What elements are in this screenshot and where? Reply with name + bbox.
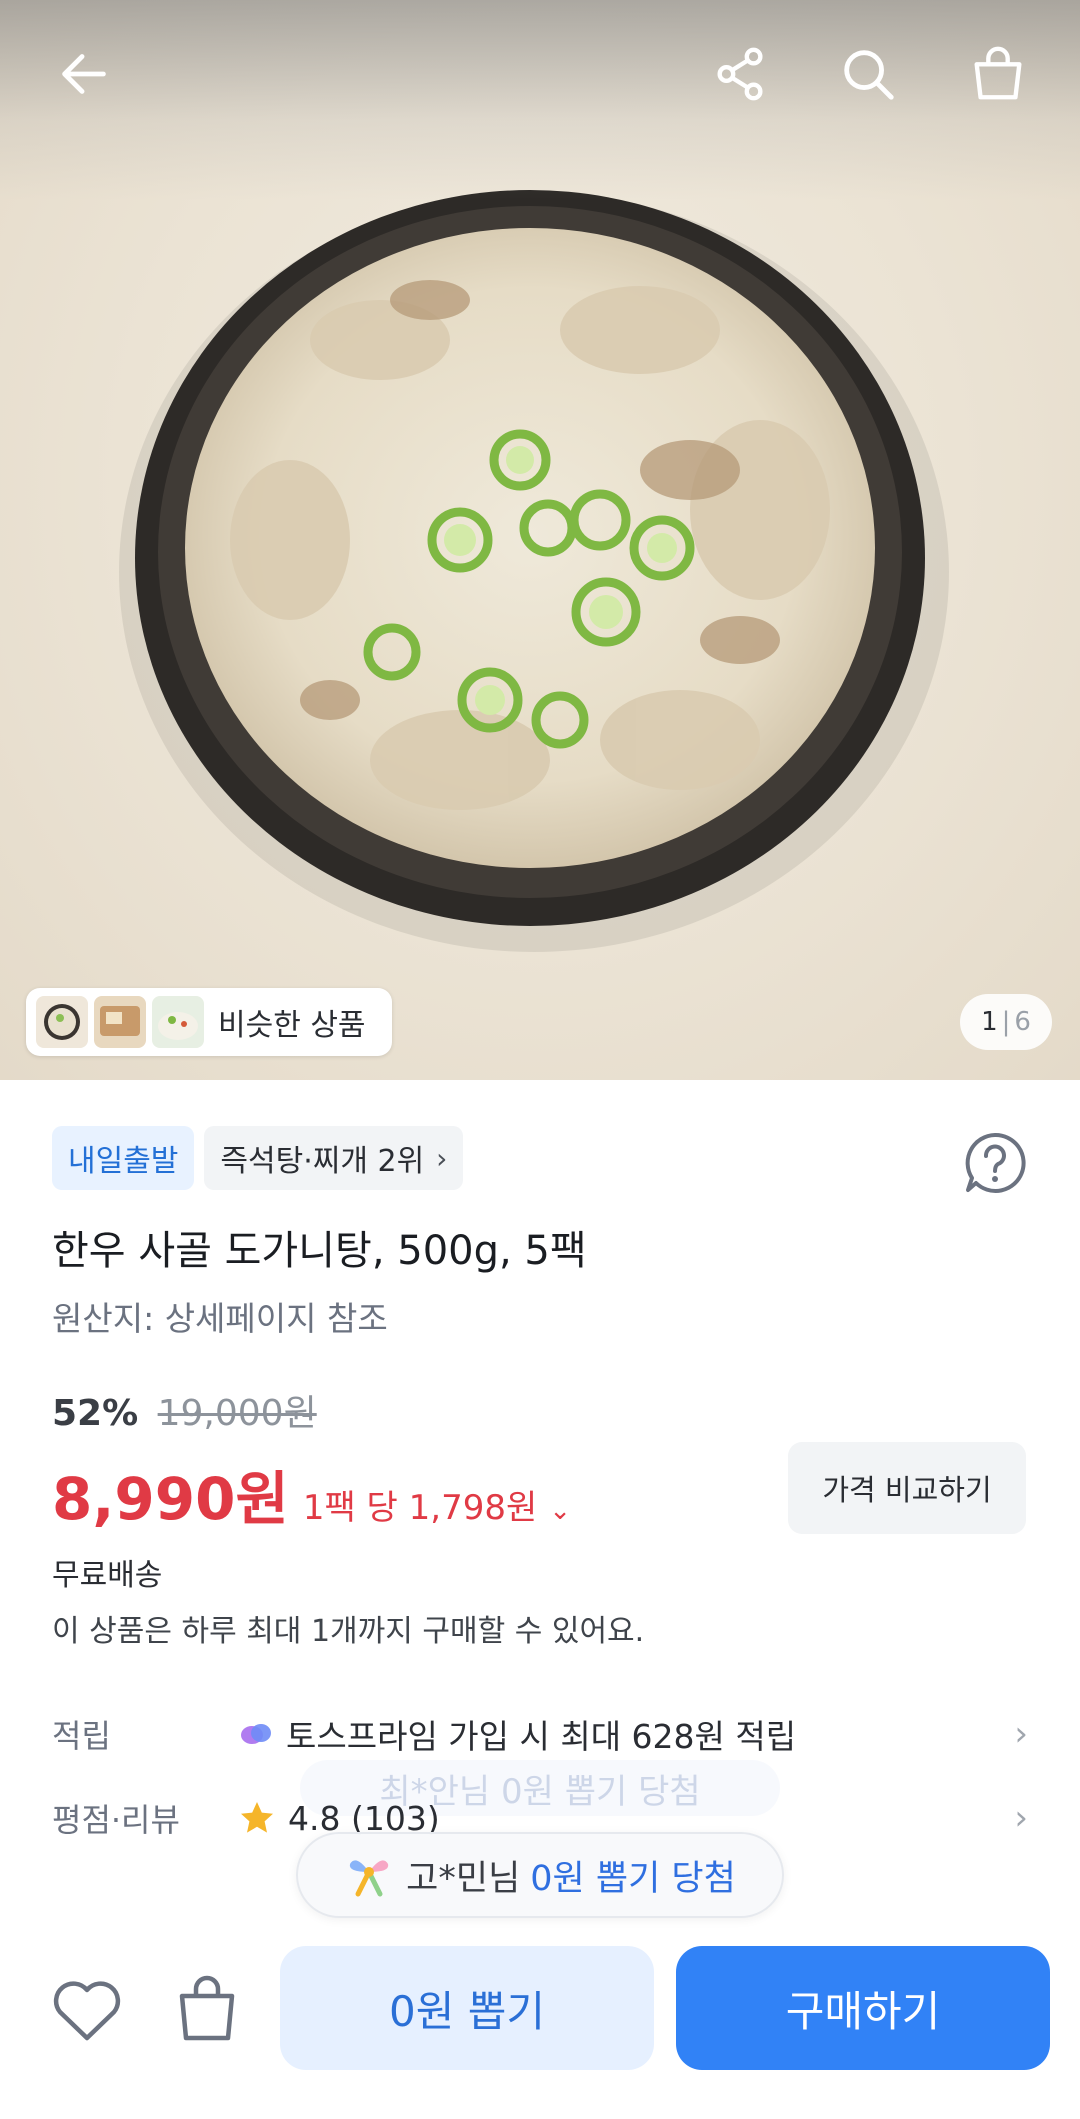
winner-toast: 고*민님 0원 뽑기 당첨 (296, 1832, 784, 1918)
points-value: 토스프라임 가입 시 최대 628원 적립 (286, 1717, 797, 1756)
winner-name: 고*민님 (406, 1858, 521, 1899)
delivery-badge: 내일출발 (52, 1126, 195, 1190)
unit-price[interactable]: 1팩 당 1,798원 (303, 1480, 537, 1529)
chevron-right-icon: › (1014, 1714, 1028, 1754)
discount-row: 52% 19,000원 (52, 1384, 317, 1436)
ribbon-gift-icon (349, 1860, 389, 1897)
similar-thumbnail (94, 996, 146, 1048)
arrow-left-icon (62, 54, 106, 94)
winner-message: 0원 뽑기 당첨 (530, 1858, 736, 1899)
price-compare-button[interactable]: 가격 비교하기 (788, 1442, 1026, 1534)
zero-won-draw-button[interactable]: 0원 뽑기 (280, 1946, 654, 2070)
heart-icon[interactable] (50, 1976, 124, 2046)
chevron-right-icon: › (436, 1141, 448, 1175)
category-rank-label: 즉석탕·찌개 2위 (220, 1144, 425, 1179)
points-row[interactable]: 적립 토스프라임 가입 시 최대 628원 적립 › (52, 1706, 1028, 1762)
price-row: 8,990원 1팩 당 1,798원 ⌄ (52, 1452, 571, 1536)
pager-total: 6 (1014, 1007, 1031, 1037)
product-badges: 내일출발 즉석탕·찌개 2위 › (52, 1126, 473, 1190)
similar-products-label: 비슷한 상품 (218, 1008, 366, 1043)
category-rank-badge[interactable]: 즉석탕·찌개 2위 › (204, 1126, 464, 1190)
product-origin: 원산지: 상세페이지 참조 (52, 1299, 388, 1338)
discount-percent: 52% (52, 1393, 139, 1434)
similar-thumbnail (152, 996, 204, 1048)
shopping-bag-icon (974, 46, 1022, 100)
search-button[interactable] (832, 38, 904, 110)
rating-key: 평점·리뷰 (52, 1801, 180, 1839)
similar-products-button[interactable]: 비슷한 상품 (26, 988, 392, 1056)
original-price: 19,000원 (157, 1393, 317, 1434)
image-pager: 1 | 6 (960, 994, 1052, 1050)
cart-button[interactable] (962, 38, 1034, 110)
share-button[interactable] (704, 38, 776, 110)
purchase-limit-notice: 이 상품은 하루 최대 1개까지 구매할 수 있어요. (52, 1614, 645, 1649)
pager-separator: | (1001, 1007, 1011, 1037)
chevron-right-icon: › (1014, 1798, 1028, 1838)
star-icon (241, 1802, 273, 1833)
buy-button[interactable]: 구매하기 (676, 1946, 1050, 2070)
product-title: 한우 사골 도가니탕, 500g, 5팩 (52, 1228, 587, 1274)
header-gradient (0, 0, 1080, 200)
chevron-down-icon[interactable]: ⌄ (549, 1496, 571, 1526)
search-icon (844, 50, 894, 100)
question-icon[interactable] (962, 1130, 1028, 1196)
similar-thumbnail (36, 996, 88, 1048)
points-key: 적립 (52, 1717, 111, 1755)
pager-current: 1 (981, 1007, 998, 1037)
share-icon (717, 47, 763, 101)
product-image-gallery[interactable] (0, 0, 1080, 1080)
back-button[interactable] (48, 38, 120, 110)
toss-prime-icon (241, 1724, 271, 1744)
shopping-bag-icon[interactable] (172, 1972, 242, 2046)
sale-price: 8,990원 (52, 1465, 289, 1533)
shipping-info: 무료배송 (52, 1558, 163, 1593)
points-value-wrap: 토스프라임 가입 시 최대 628원 적립 (238, 1710, 1014, 1758)
